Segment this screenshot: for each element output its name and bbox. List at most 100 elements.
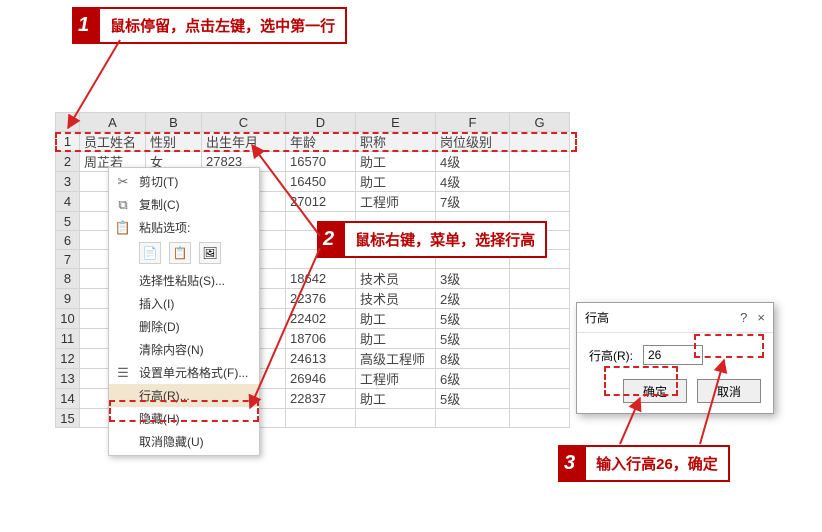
cell[interactable] — [510, 309, 570, 329]
rowhdr-11[interactable]: 11 — [56, 329, 80, 349]
ctx-paste-options: 📋 粘贴选项: — [109, 216, 259, 239]
cell[interactable]: 技术员 — [356, 269, 436, 289]
ctx-delete[interactable]: 删除(D) — [109, 315, 259, 338]
cell[interactable] — [286, 409, 356, 428]
cell[interactable]: 22837 — [286, 389, 356, 409]
paste-option-1[interactable]: 📄 — [139, 242, 161, 264]
callout-3: 3 输入行高26，确定 — [558, 445, 730, 482]
rowhdr-15[interactable]: 15 — [56, 409, 80, 428]
cell[interactable]: 4级 — [436, 152, 510, 172]
col-C[interactable]: C — [202, 113, 286, 132]
rowhdr-3[interactable]: 3 — [56, 172, 80, 192]
ctx-clear[interactable]: 清除内容(N) — [109, 338, 259, 361]
cell[interactable] — [510, 389, 570, 409]
rowhdr-13[interactable]: 13 — [56, 369, 80, 389]
cell[interactable]: 6级 — [436, 369, 510, 389]
cell[interactable]: 22376 — [286, 289, 356, 309]
select-all-corner[interactable] — [56, 113, 80, 132]
ok-button[interactable]: 确定 — [623, 379, 687, 403]
copy-icon: ⧉ — [115, 197, 131, 213]
cell[interactable] — [510, 369, 570, 389]
ctx-cut[interactable]: ✂ 剪切(T) — [109, 170, 259, 193]
cell[interactable]: 助工 — [356, 389, 436, 409]
dialog-close-icon[interactable]: × — [757, 310, 765, 325]
cell[interactable]: 2级 — [436, 289, 510, 309]
ctx-paste-special[interactable]: 选择性粘贴(S)... — [109, 269, 259, 292]
cell-B1[interactable]: 性别 — [146, 132, 202, 152]
ctx-format-cells[interactable]: ☰ 设置单元格格式(F)... — [109, 361, 259, 384]
cell[interactable]: 22402 — [286, 309, 356, 329]
cell[interactable]: 技术员 — [356, 289, 436, 309]
cell[interactable]: 18706 — [286, 329, 356, 349]
cell[interactable]: 16450 — [286, 172, 356, 192]
cell[interactable]: 高级工程师 — [356, 349, 436, 369]
rowhdr-14[interactable]: 14 — [56, 389, 80, 409]
ctx-row-height[interactable]: 行高(R)... — [109, 384, 259, 407]
ctx-unhide[interactable]: 取消隐藏(U) — [109, 430, 259, 453]
callout-1-text: 鼠标停留，点击左键，选中第一行 — [98, 7, 347, 44]
rowhdr-1[interactable]: 1 — [56, 132, 80, 152]
rowhdr-9[interactable]: 9 — [56, 289, 80, 309]
cell[interactable]: 5级 — [436, 309, 510, 329]
cell[interactable]: 18642 — [286, 269, 356, 289]
cell[interactable]: 7级 — [436, 192, 510, 212]
cancel-button[interactable]: 取消 — [697, 379, 761, 403]
rowhdr-12[interactable]: 12 — [56, 349, 80, 369]
cell[interactable]: 8级 — [436, 349, 510, 369]
cell[interactable] — [510, 409, 570, 428]
cell[interactable]: 5级 — [436, 329, 510, 349]
ctx-hide[interactable]: 隐藏(H) — [109, 407, 259, 430]
rowhdr-5[interactable]: 5 — [56, 212, 80, 231]
rowhdr-6[interactable]: 6 — [56, 231, 80, 250]
ctx-paste-options-label: 粘贴选项: — [139, 219, 190, 236]
ctx-cut-label: 剪切(T) — [139, 173, 178, 190]
rowhdr-4[interactable]: 4 — [56, 192, 80, 212]
col-E[interactable]: E — [356, 113, 436, 132]
cell[interactable] — [510, 172, 570, 192]
dialog-help-icon[interactable]: ? — [740, 310, 747, 325]
cell-E1[interactable]: 职称 — [356, 132, 436, 152]
cell-D1[interactable]: 年龄 — [286, 132, 356, 152]
rowhdr-2[interactable]: 2 — [56, 152, 80, 172]
cell[interactable]: 助工 — [356, 329, 436, 349]
cell-G1[interactable] — [510, 132, 570, 152]
row-height-input[interactable] — [643, 345, 703, 365]
rowhdr-8[interactable]: 8 — [56, 269, 80, 289]
cell[interactable] — [510, 192, 570, 212]
rowhdr-7[interactable]: 7 — [56, 250, 80, 269]
col-F[interactable]: F — [436, 113, 510, 132]
cell-F1[interactable]: 岗位级别 — [436, 132, 510, 152]
cell[interactable] — [436, 409, 510, 428]
col-D[interactable]: D — [286, 113, 356, 132]
cell-C1[interactable]: 出生年月 — [202, 132, 286, 152]
col-B[interactable]: B — [146, 113, 202, 132]
row-1[interactable]: 1 员工姓名 性别 出生年月 年龄 职称 岗位级别 — [56, 132, 570, 152]
col-G[interactable]: G — [510, 113, 570, 132]
ctx-insert[interactable]: 插入(I) — [109, 292, 259, 315]
rowhdr-10[interactable]: 10 — [56, 309, 80, 329]
col-A[interactable]: A — [80, 113, 146, 132]
cell[interactable]: 16570 — [286, 152, 356, 172]
cell[interactable] — [510, 349, 570, 369]
cell[interactable]: 助工 — [356, 309, 436, 329]
cell-A1[interactable]: 员工姓名 — [80, 132, 146, 152]
cell[interactable]: 助工 — [356, 172, 436, 192]
paste-option-3[interactable]: 🖼 — [199, 242, 221, 264]
cell[interactable]: 27012 — [286, 192, 356, 212]
cell[interactable]: 26946 — [286, 369, 356, 389]
cell[interactable] — [510, 152, 570, 172]
paste-option-2[interactable]: 📋 — [169, 242, 191, 264]
cell[interactable]: 助工 — [356, 152, 436, 172]
cell[interactable]: 24613 — [286, 349, 356, 369]
cell[interactable] — [356, 409, 436, 428]
callout-2-text: 鼠标右键，菜单，选择行高 — [343, 221, 547, 258]
cell[interactable] — [510, 329, 570, 349]
cell[interactable]: 5级 — [436, 389, 510, 409]
ctx-copy[interactable]: ⧉ 复制(C) — [109, 193, 259, 216]
cell[interactable]: 工程师 — [356, 369, 436, 389]
cell[interactable]: 3级 — [436, 269, 510, 289]
cell[interactable]: 4级 — [436, 172, 510, 192]
cell[interactable]: 工程师 — [356, 192, 436, 212]
cell[interactable] — [510, 269, 570, 289]
cell[interactable] — [510, 289, 570, 309]
